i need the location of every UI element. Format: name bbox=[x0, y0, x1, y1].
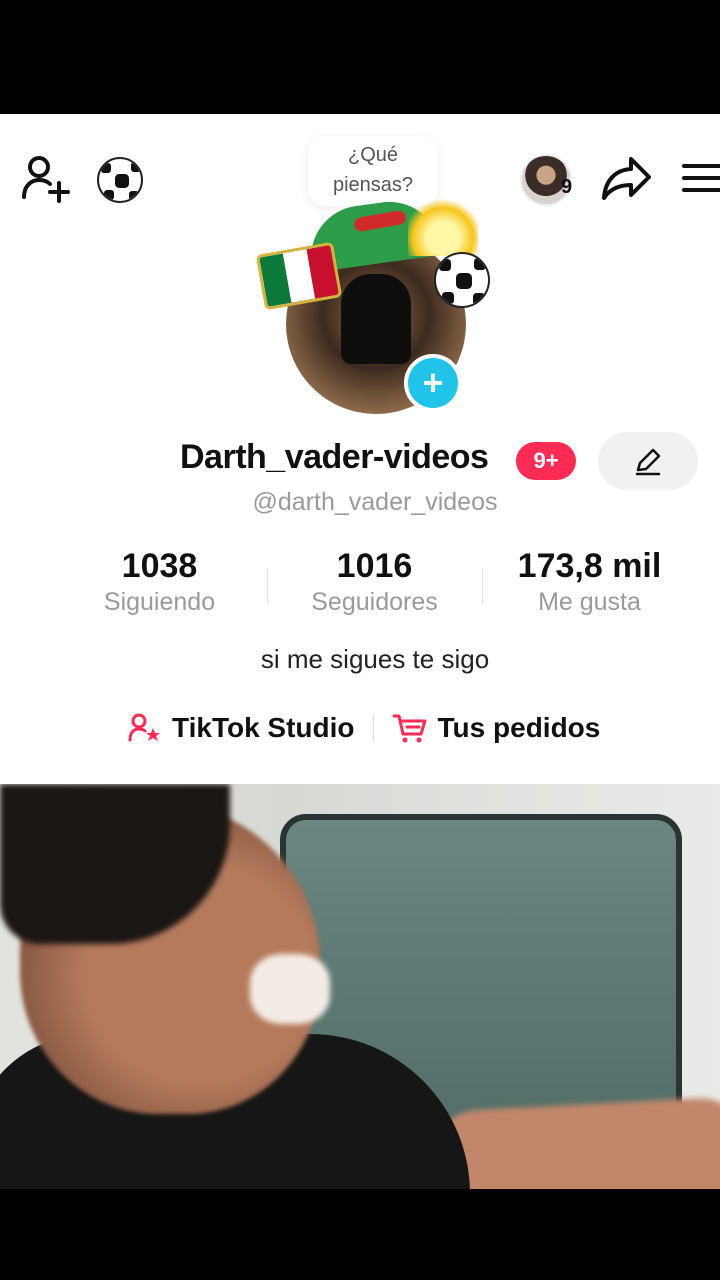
share-icon[interactable] bbox=[600, 154, 654, 202]
add-story-button[interactable]: + bbox=[404, 354, 462, 412]
add-friend-icon[interactable] bbox=[20, 152, 72, 204]
profile-screen: ¿Qué piensas? 9 + Darth_vader-videos 9+ … bbox=[0, 114, 720, 1189]
menu-icon[interactable] bbox=[680, 158, 720, 198]
friend-count: 9 bbox=[561, 176, 573, 198]
stat-following[interactable]: 1038 Siguiendo bbox=[52, 546, 267, 626]
stat-value: 1038 bbox=[121, 547, 198, 585]
bubble-line-1: ¿Qué bbox=[347, 144, 399, 166]
profile-avatar[interactable] bbox=[255, 195, 498, 414]
username-handle: @darth_vader_videos bbox=[252, 488, 498, 516]
stat-value: 1016 bbox=[336, 547, 413, 585]
stat-divider bbox=[267, 568, 268, 604]
stat-followers[interactable]: 1016 Seguidores bbox=[267, 546, 482, 626]
soccer-ball-icon bbox=[434, 252, 490, 308]
profile-links: TikTok Studio Tus pedidos bbox=[128, 706, 600, 750]
reaction-video[interactable] bbox=[0, 784, 720, 1189]
stat-divider bbox=[482, 568, 483, 604]
link-divider bbox=[372, 714, 374, 742]
stat-label: Siguiendo bbox=[103, 588, 216, 616]
bio-text: si me sigues te sigo bbox=[260, 644, 490, 674]
stat-value: 173,8 mil bbox=[517, 547, 662, 585]
stat-likes[interactable]: 173,8 mil Me gusta bbox=[482, 546, 697, 626]
notification-badge[interactable]: 9+ bbox=[516, 442, 576, 480]
orders-link[interactable]: Tus pedidos bbox=[392, 712, 601, 744]
stat-label: Me gusta bbox=[538, 588, 641, 616]
stats-row: 1038 Siguiendo 1016 Seguidores 173,8 mil… bbox=[52, 546, 697, 626]
video-mouth bbox=[250, 954, 330, 1024]
tiktok-studio-link[interactable]: TikTok Studio bbox=[128, 712, 355, 744]
video-arm bbox=[427, 1095, 720, 1189]
stat-label: Seguidores bbox=[311, 588, 438, 616]
edit-profile-button[interactable] bbox=[598, 432, 698, 490]
cart-icon bbox=[392, 714, 427, 743]
username-row: Darth_vader-videos 9+ bbox=[0, 432, 720, 490]
display-name: Darth_vader-videos bbox=[180, 438, 489, 476]
studio-icon bbox=[128, 713, 160, 742]
soccer-ball-icon[interactable] bbox=[96, 156, 144, 204]
pencil-icon bbox=[635, 448, 661, 476]
tiktok-studio-label: TikTok Studio bbox=[172, 712, 355, 743]
orders-label: Tus pedidos bbox=[437, 712, 601, 743]
fire-decoration bbox=[408, 196, 478, 256]
